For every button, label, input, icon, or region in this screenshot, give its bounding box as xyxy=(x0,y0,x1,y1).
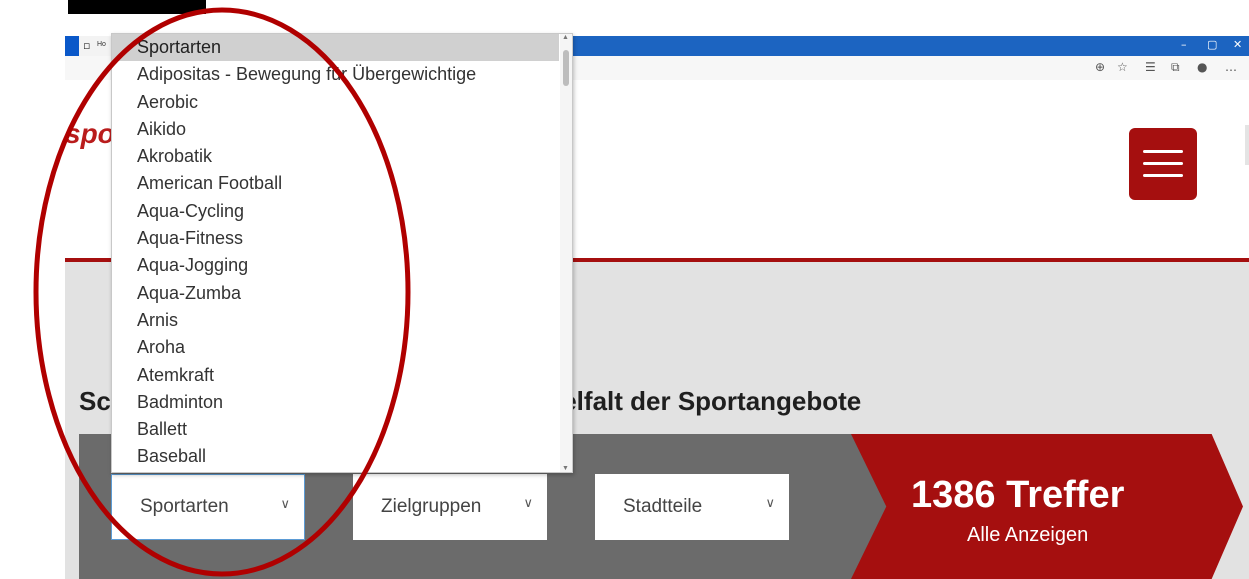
stadtteile-select-label: Stadtteile xyxy=(623,496,703,517)
scrollbar-thumb[interactable] xyxy=(563,50,569,86)
dropdown-option[interactable]: Aikido xyxy=(112,116,559,143)
dropdown-option[interactable]: Atemkraft xyxy=(112,362,559,389)
result-count[interactable]: 1386 Treffer xyxy=(911,474,1124,517)
dropdown-option[interactable]: Adipositas - Bewegung für Übergewichtige xyxy=(112,61,559,88)
dropdown-option[interactable]: Badminton xyxy=(112,389,559,416)
chevron-down-icon: ∨ xyxy=(765,496,775,511)
dropdown-option[interactable]: American Football xyxy=(112,170,559,197)
dropdown-option[interactable]: Aqua-Fitness xyxy=(112,225,559,252)
minimize-icon[interactable]: – xyxy=(1181,38,1187,51)
section-headline: Sc xyxy=(79,386,111,416)
profile-icon[interactable]: ● xyxy=(1197,60,1207,74)
page-icon: ▫ xyxy=(83,39,91,52)
zielgruppen-select-label: Zielgruppen xyxy=(381,496,482,517)
hamburger-menu-button[interactable] xyxy=(1129,128,1197,200)
dropdown-option[interactable]: Arnis xyxy=(112,307,559,334)
window-edge xyxy=(65,36,79,56)
dropdown-option[interactable]: Akrobatik xyxy=(112,143,559,170)
site-logo[interactable]: spo xyxy=(65,118,115,150)
sportarten-select[interactable]: Sportarten ∨ xyxy=(111,474,305,540)
dropdown-option[interactable]: Aroha xyxy=(112,334,559,361)
sportarten-dropdown-list[interactable]: Sportarten Adipositas - Bewegung für Über… xyxy=(111,33,573,473)
dropdown-option[interactable]: Sportarten xyxy=(112,34,559,62)
scroll-up-icon[interactable]: ▲ xyxy=(562,34,569,41)
favorites-icon[interactable]: ☰ xyxy=(1145,60,1156,74)
section-headline-visible-part: ielfalt der Sportangebote xyxy=(555,386,862,416)
hamburger-icon xyxy=(1143,150,1183,153)
black-redaction-block xyxy=(68,0,206,14)
maximize-icon[interactable]: ▢ xyxy=(1207,38,1217,51)
dropdown-option[interactable]: Aqua-Jogging xyxy=(112,252,559,279)
more-icon[interactable]: … xyxy=(1225,60,1237,74)
hamburger-icon-bar xyxy=(1143,162,1183,165)
tab-title: Ho xyxy=(97,41,106,48)
dropdown-option[interactable]: Aqua-Cycling xyxy=(112,198,559,225)
read-aloud-icon[interactable]: ☆ xyxy=(1117,60,1128,74)
collections-icon[interactable]: ⧉ xyxy=(1171,60,1180,75)
chevron-down-icon: ∨ xyxy=(523,496,533,511)
dropdown-option[interactable]: Aerobic xyxy=(112,89,559,116)
scroll-down-icon[interactable]: ▼ xyxy=(562,465,569,472)
hamburger-icon-bar xyxy=(1143,174,1183,177)
zoom-icon[interactable]: ⊕ xyxy=(1095,60,1105,74)
page-scrollbar-edge xyxy=(1245,125,1249,165)
sportarten-select-label: Sportarten xyxy=(140,496,229,517)
zielgruppen-select[interactable]: Zielgruppen ∨ xyxy=(353,474,547,540)
dropdown-option[interactable]: Aqua-Zumba xyxy=(112,280,559,307)
chevron-down-icon: ∨ xyxy=(280,497,290,512)
dropdown-option[interactable]: Baseball xyxy=(112,443,559,470)
dropdown-option[interactable]: Ballett xyxy=(112,416,559,443)
stadtteile-select[interactable]: Stadtteile ∨ xyxy=(595,474,789,540)
show-all-link[interactable]: Alle Anzeigen xyxy=(967,524,1088,547)
dropdown-options: Sportarten Adipositas - Bewegung für Über… xyxy=(112,34,559,471)
dropdown-scrollbar[interactable]: ▲ ▼ xyxy=(560,34,572,472)
close-icon[interactable]: ✕ xyxy=(1233,38,1242,51)
